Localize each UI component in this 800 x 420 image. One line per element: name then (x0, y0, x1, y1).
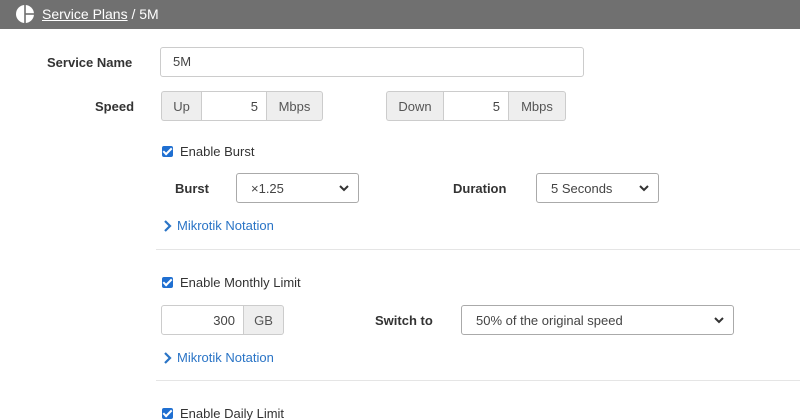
enable-burst-checkbox[interactable]: Enable Burst (162, 144, 254, 159)
monthly-mikrotik-notation-text: Mikrotik Notation (177, 350, 274, 365)
burst-label: Burst (175, 181, 209, 196)
top-bar: Service Plans / 5M (0, 0, 800, 29)
monthly-mikrotik-notation-link[interactable]: Mikrotik Notation (163, 350, 274, 365)
burst-mikrotik-notation-text: Mikrotik Notation (177, 218, 274, 233)
duration-select[interactable]: 5 Seconds (536, 173, 659, 203)
chevron-down-icon (714, 317, 724, 324)
section-divider (156, 249, 800, 250)
monthly-limit-input[interactable]: 300 (161, 305, 244, 335)
download-unit: Mbps (509, 91, 566, 121)
enable-daily-limit-checkbox[interactable]: Enable Daily Limit (162, 406, 284, 420)
burst-select[interactable]: ×1.25 (236, 173, 359, 203)
enable-burst-label: Enable Burst (180, 144, 255, 159)
monthly-limit-unit: GB (244, 305, 284, 335)
breadcrumb-separator: / (131, 6, 136, 22)
duration-label: Duration (453, 181, 507, 196)
upload-unit: Mbps (267, 91, 323, 121)
app-logo-icon (16, 4, 35, 24)
chevron-down-icon (339, 185, 349, 192)
switch-to-label: Switch to (375, 313, 433, 328)
chevron-down-icon (639, 185, 649, 192)
chevron-right-icon (164, 219, 172, 232)
breadcrumb-service-plans-link[interactable]: Service Plans (42, 6, 128, 22)
enable-daily-limit-label: Enable Daily Limit (180, 406, 285, 420)
upload-speed-input[interactable]: 5 (201, 91, 267, 121)
section-divider (156, 380, 800, 381)
burst-mikrotik-notation-link[interactable]: Mikrotik Notation (163, 218, 274, 233)
switch-to-select-value: 50% of the original speed (476, 312, 623, 328)
switch-to-select[interactable]: 50% of the original speed (461, 305, 734, 335)
download-prefix: Down (386, 91, 443, 121)
duration-select-value: 5 Seconds (551, 180, 613, 196)
burst-select-value: ×1.25 (251, 180, 284, 196)
download-speed-input[interactable]: 5 (443, 91, 509, 121)
checkbox-checked-icon (162, 408, 173, 419)
checkbox-checked-icon (162, 146, 173, 157)
checkbox-checked-icon (162, 277, 173, 288)
upload-prefix: Up (161, 91, 201, 121)
download-speed-group: Down 5 Mbps (386, 91, 566, 121)
service-name-input[interactable]: 5M (160, 47, 584, 77)
breadcrumb: Service Plans / 5M (42, 5, 159, 23)
enable-monthly-limit-label: Enable Monthly Limit (180, 275, 301, 290)
monthly-limit-group: 300 GB (161, 305, 284, 335)
speed-label: Speed (95, 99, 135, 114)
service-name-label: Service Name (47, 55, 133, 70)
enable-monthly-limit-checkbox[interactable]: Enable Monthly Limit (162, 275, 301, 290)
breadcrumb-current: 5M (139, 6, 159, 22)
upload-speed-group: Up 5 Mbps (161, 91, 323, 121)
chevron-right-icon (164, 351, 172, 364)
